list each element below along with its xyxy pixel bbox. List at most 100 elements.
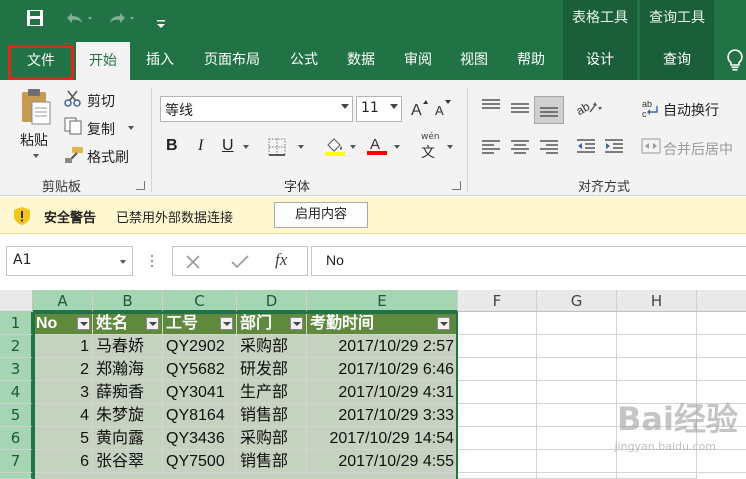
font-color-icon[interactable]: A	[366, 134, 388, 160]
table-cell[interactable]: QY7500	[163, 450, 237, 473]
font-launcher-icon[interactable]	[452, 181, 461, 190]
table-cell[interactable]: 2	[33, 358, 93, 381]
table-header-cell[interactable]: No	[33, 312, 93, 335]
decrease-font-size-icon[interactable]: A	[434, 99, 452, 121]
clipboard-launcher-icon[interactable]	[136, 181, 145, 190]
table-cell[interactable]: 2017/10/29 14:54	[307, 427, 458, 450]
table-cell[interactable]: 2017/10/29 3:33	[307, 404, 458, 427]
tab-help[interactable]: 帮助	[508, 40, 554, 80]
middle-align-icon[interactable]	[510, 100, 530, 120]
table-cell[interactable]: 马春娇	[93, 335, 163, 358]
table-cell[interactable]: 2017/10/29 4:55	[307, 450, 458, 473]
tab-formulas[interactable]: 公式	[282, 40, 326, 80]
scissors-icon[interactable]	[64, 90, 82, 112]
copy-icon[interactable]	[64, 117, 82, 139]
table-cell[interactable]: 销售部	[237, 404, 307, 427]
column-header-h[interactable]: H	[617, 290, 697, 312]
table-cell[interactable]: 薛痴香	[93, 381, 163, 404]
phonetic-dropdown-icon[interactable]	[447, 145, 453, 149]
filter-dropdown-icon[interactable]	[146, 317, 159, 330]
customize-qat-icon[interactable]	[156, 13, 166, 35]
name-box[interactable]: A1	[6, 246, 133, 276]
increase-indent-icon[interactable]	[604, 138, 624, 158]
save-icon[interactable]	[26, 9, 44, 33]
underline-dropdown-icon[interactable]	[243, 145, 249, 149]
table-header-cell[interactable]: 考勤时间	[307, 312, 458, 335]
tab-review[interactable]: 审阅	[395, 40, 441, 80]
format-painter-button[interactable]: 格式刷	[87, 147, 129, 167]
tab-page-layout[interactable]: 页面布局	[194, 40, 270, 80]
column-header-c[interactable]: C	[163, 290, 237, 312]
confirm-entry-icon[interactable]	[231, 254, 249, 270]
table-cell[interactable]: QY8164	[163, 404, 237, 427]
table-cell[interactable]: 3	[33, 381, 93, 404]
font-name-combobox[interactable]: 等线	[160, 96, 353, 122]
column-header-b[interactable]: B	[93, 290, 163, 312]
table-row-partial[interactable]	[33, 473, 458, 479]
column-header-g[interactable]: G	[537, 290, 617, 312]
table-cell[interactable]: 4	[33, 404, 93, 427]
tab-query[interactable]: 查询	[640, 40, 714, 80]
paste-dropdown-icon[interactable]	[33, 154, 39, 158]
insert-function-icon[interactable]: fx	[275, 250, 287, 270]
tab-data[interactable]: 数据	[338, 40, 384, 80]
filter-dropdown-icon[interactable]	[77, 317, 90, 330]
tell-me-lightbulb-icon[interactable]	[724, 48, 746, 72]
column-header-a[interactable]: A	[33, 290, 93, 312]
table-cell[interactable]: 6	[33, 450, 93, 473]
tab-home[interactable]: 开始	[76, 42, 130, 82]
table-cell[interactable]: 黄向露	[93, 427, 163, 450]
table-cell[interactable]: QY3041	[163, 381, 237, 404]
row-header-6[interactable]: 6	[0, 427, 33, 450]
filter-dropdown-icon[interactable]	[220, 317, 233, 330]
table-cell[interactable]: 5	[33, 427, 93, 450]
enable-content-button[interactable]: 启用内容	[274, 202, 368, 228]
merge-center-button[interactable]: 合并后居中	[663, 139, 733, 159]
table-cell[interactable]: 1	[33, 335, 93, 358]
wrap-text-button[interactable]: 自动换行	[663, 100, 719, 120]
tab-insert[interactable]: 插入	[137, 40, 183, 80]
table-cell[interactable]: 张谷翠	[93, 450, 163, 473]
formula-bar-grip-icon[interactable]	[150, 253, 154, 273]
row-header-4[interactable]: 4	[0, 381, 33, 404]
paste-button[interactable]: 粘贴	[20, 130, 48, 150]
row-header-7[interactable]: 7	[0, 450, 33, 473]
table-cell[interactable]: 销售部	[237, 450, 307, 473]
table-cell[interactable]: QY5682	[163, 358, 237, 381]
bottom-align-icon[interactable]	[534, 96, 564, 124]
select-all-corner[interactable]	[0, 290, 33, 312]
redo-icon[interactable]	[106, 9, 136, 33]
table-cell[interactable]: 朱梦旋	[93, 404, 163, 427]
tab-file[interactable]: 文件	[8, 45, 74, 80]
table-cell[interactable]: 2017/10/29 2:57	[307, 335, 458, 358]
increase-font-size-icon[interactable]: A	[410, 99, 428, 121]
copy-button[interactable]: 复制	[87, 119, 115, 139]
borders-icon[interactable]	[268, 138, 286, 160]
merge-center-icon[interactable]	[641, 138, 661, 158]
font-color-dropdown-icon[interactable]	[394, 145, 400, 149]
table-cell[interactable]: 2017/10/29 6:46	[307, 358, 458, 381]
cut-button[interactable]: 剪切	[87, 91, 115, 111]
row-header-8[interactable]	[0, 473, 33, 479]
fill-color-dropdown-icon[interactable]	[350, 145, 356, 149]
copy-dropdown-icon[interactable]	[128, 126, 134, 130]
filter-dropdown-icon[interactable]	[290, 317, 303, 330]
align-center-icon[interactable]	[510, 138, 530, 158]
table-header-cell[interactable]: 工号	[163, 312, 237, 335]
paste-icon[interactable]	[20, 88, 52, 130]
table-header-cell[interactable]: 姓名	[93, 312, 163, 335]
wrap-text-icon[interactable]: ab c	[642, 98, 660, 122]
table-cell[interactable]: QY3436	[163, 427, 237, 450]
table-cell[interactable]: 2017/10/29 4:31	[307, 381, 458, 404]
italic-button[interactable]: I	[198, 137, 203, 155]
bold-button[interactable]: B	[166, 137, 178, 155]
table-cell[interactable]: 生产部	[237, 381, 307, 404]
row-header-1[interactable]: 1	[0, 312, 33, 335]
undo-icon[interactable]	[64, 9, 94, 33]
formula-input[interactable]: No	[311, 246, 746, 276]
decrease-indent-icon[interactable]	[576, 138, 596, 158]
column-header-e[interactable]: E	[307, 290, 458, 312]
align-right-icon[interactable]	[539, 138, 559, 158]
orientation-icon[interactable]: ab	[574, 98, 602, 120]
column-header-f[interactable]: F	[458, 290, 537, 312]
